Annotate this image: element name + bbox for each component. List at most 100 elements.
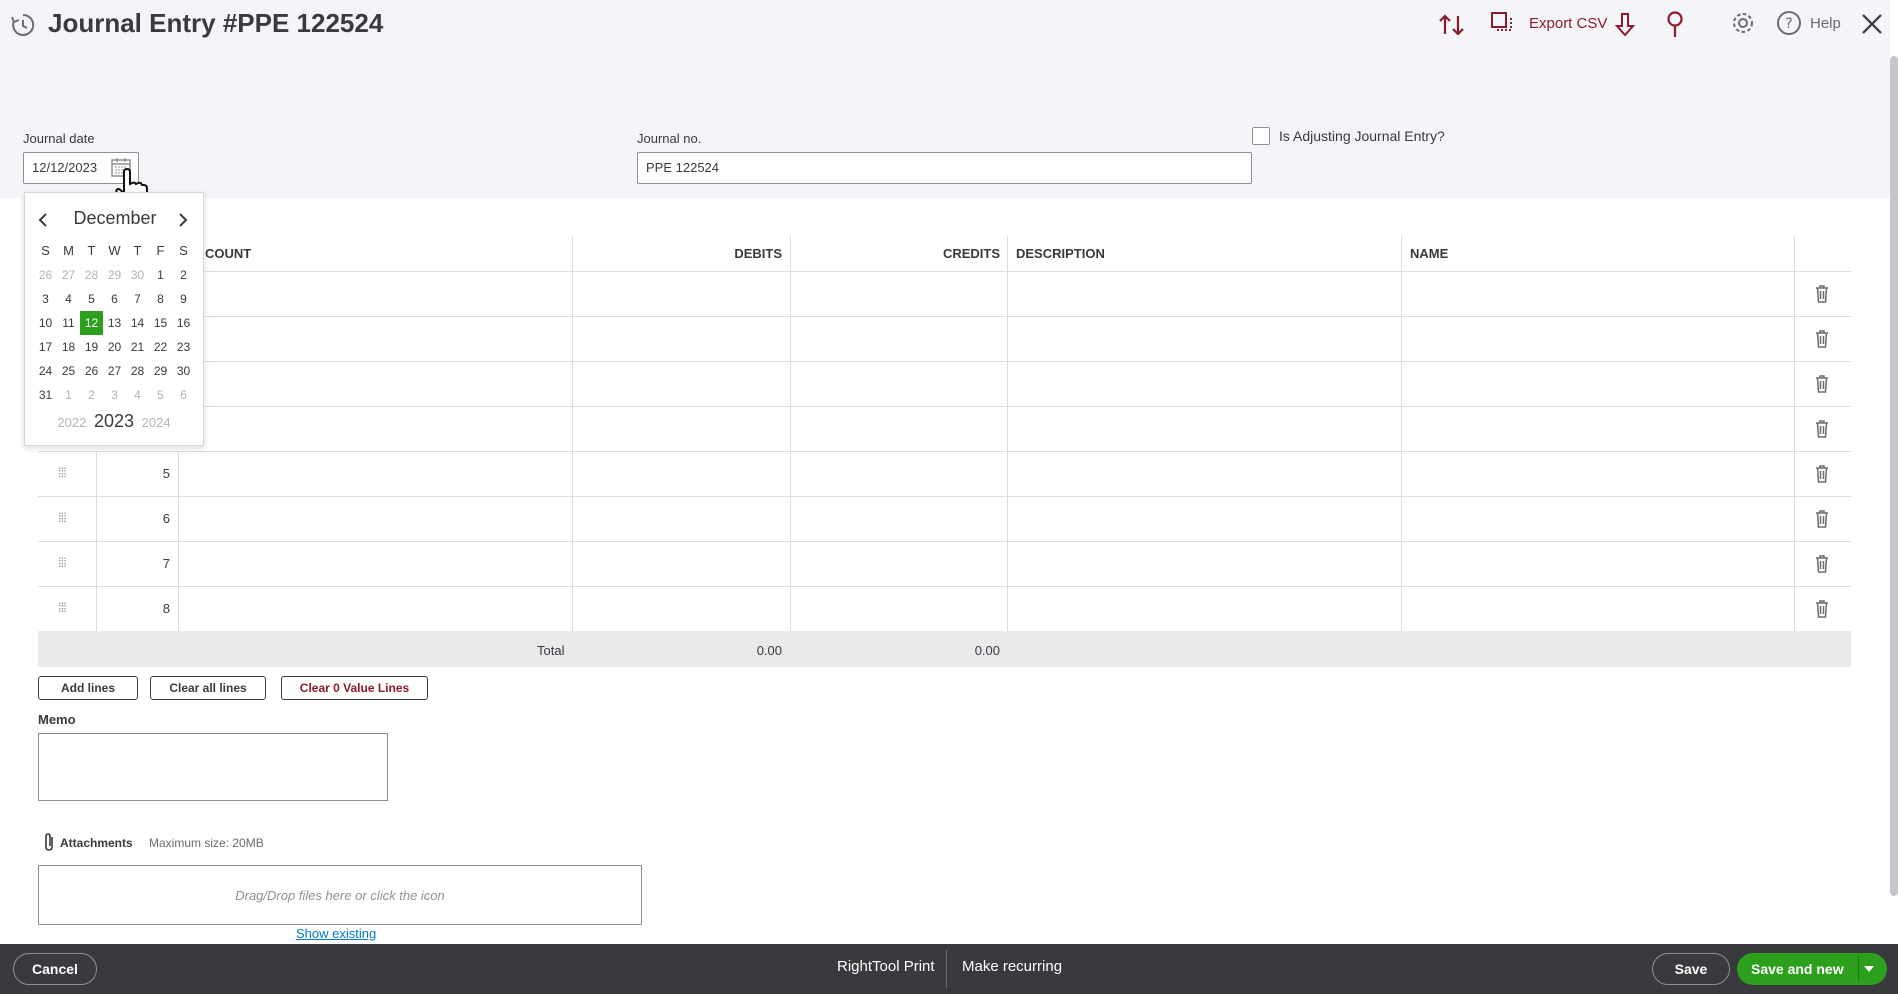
attachments-label: Attachments xyxy=(60,836,133,850)
calendar-day[interactable]: 31 xyxy=(34,383,57,407)
calendar-day[interactable]: 16 xyxy=(172,311,195,335)
clear-all-lines-button[interactable]: Clear all lines xyxy=(150,676,266,700)
calendar-day[interactable]: 18 xyxy=(57,335,80,359)
calendar-day[interactable]: 28 xyxy=(80,263,103,287)
journal-no-input[interactable]: PPE 122524 xyxy=(637,152,1252,184)
calendar-weekday: M xyxy=(63,243,74,258)
close-icon[interactable] xyxy=(1860,12,1884,36)
table-row-divider xyxy=(38,496,1851,497)
cancel-button[interactable]: Cancel xyxy=(13,953,97,985)
column-header-account: COUNT xyxy=(205,246,252,261)
drag-handle-icon[interactable]: ⁞⁞⁞ xyxy=(58,510,67,525)
paperclip-icon[interactable] xyxy=(42,832,56,852)
calendar-day[interactable]: 14 xyxy=(126,311,149,335)
table-column-divider xyxy=(790,236,791,631)
calendar-year-selector: 2022 2023 2024 xyxy=(25,411,203,432)
calendar-day[interactable]: 2 xyxy=(80,383,103,407)
calendar-day[interactable]: 17 xyxy=(34,335,57,359)
calendar-day[interactable]: 28 xyxy=(126,359,149,383)
calendar-day[interactable]: 2 xyxy=(172,263,195,287)
calendar-day[interactable]: 20 xyxy=(103,335,126,359)
year-prev[interactable]: 2022 xyxy=(57,415,86,430)
chevron-right-icon[interactable] xyxy=(177,212,189,228)
calendar-day[interactable]: 29 xyxy=(149,359,172,383)
calendar-day[interactable]: 27 xyxy=(57,263,80,287)
calendar-day[interactable]: 21 xyxy=(126,335,149,359)
calendar-day[interactable]: 7 xyxy=(126,287,149,311)
trash-icon[interactable] xyxy=(1815,600,1829,618)
caret-down-icon[interactable] xyxy=(1863,965,1875,973)
export-csv-button[interactable]: Export CSV xyxy=(1489,10,1607,36)
year-next[interactable]: 2024 xyxy=(142,415,171,430)
calendar-day[interactable]: 9 xyxy=(172,287,195,311)
calendar-day[interactable]: 1 xyxy=(149,263,172,287)
year-current[interactable]: 2023 xyxy=(94,411,134,431)
drag-handle-icon[interactable]: ⁞⁞⁞ xyxy=(58,465,67,480)
trash-icon[interactable] xyxy=(1815,420,1829,438)
calendar-day[interactable]: 5 xyxy=(80,287,103,311)
save-button[interactable]: Save xyxy=(1652,953,1730,985)
attachment-drop-zone[interactable]: Drag/Drop files here or click the icon xyxy=(38,865,642,925)
trash-icon[interactable] xyxy=(1815,510,1829,528)
trash-icon[interactable] xyxy=(1815,285,1829,303)
drag-handle-icon[interactable]: ⁞⁞⁞ xyxy=(58,600,67,615)
download-icon[interactable] xyxy=(1613,12,1637,38)
calendar-day[interactable]: 25 xyxy=(57,359,80,383)
calendar-day[interactable]: 23 xyxy=(172,335,195,359)
sort-arrows-icon[interactable] xyxy=(1437,12,1467,38)
calendar-day[interactable]: 6 xyxy=(103,287,126,311)
calendar-day-selected[interactable]: 12 xyxy=(80,311,103,335)
total-credits: 0.00 xyxy=(974,643,1000,658)
help-button[interactable]: ? Help xyxy=(1776,10,1841,36)
journal-date-label: Journal date xyxy=(23,131,95,146)
gear-icon[interactable] xyxy=(1730,10,1756,36)
calendar-weekday: F xyxy=(156,243,165,258)
calendar-day[interactable]: 10 xyxy=(34,311,57,335)
calendar-day[interactable]: 26 xyxy=(34,263,57,287)
show-existing-link[interactable]: Show existing xyxy=(296,926,376,941)
history-icon[interactable] xyxy=(10,12,36,38)
add-lines-button[interactable]: Add lines xyxy=(38,676,138,700)
calendar-day[interactable]: 26 xyxy=(80,359,103,383)
drag-handle-icon[interactable]: ⁞⁞⁞ xyxy=(58,555,67,570)
calendar-day[interactable]: 11 xyxy=(57,311,80,335)
adjusting-entry-checkbox[interactable] xyxy=(1252,127,1270,145)
calendar-weekday: W xyxy=(108,243,121,258)
calendar-day[interactable]: 3 xyxy=(34,287,57,311)
calendar-day[interactable]: 6 xyxy=(172,383,195,407)
clear-zero-value-lines-button[interactable]: Clear 0 Value Lines xyxy=(281,676,428,700)
calendar-day[interactable]: 13 xyxy=(103,311,126,335)
calendar-day[interactable]: 8 xyxy=(149,287,172,311)
table-column-divider xyxy=(1794,236,1795,631)
calendar-day[interactable]: 27 xyxy=(103,359,126,383)
calendar-day[interactable]: 30 xyxy=(126,263,149,287)
calendar-day[interactable]: 15 xyxy=(149,311,172,335)
drop-zone-text: Drag/Drop files here or click the icon xyxy=(235,887,445,903)
calendar-day[interactable]: 3 xyxy=(103,383,126,407)
calendar-day[interactable]: 4 xyxy=(57,287,80,311)
memo-textarea[interactable] xyxy=(38,733,388,801)
make-recurring-button[interactable]: Make recurring xyxy=(962,958,1062,975)
calendar-day[interactable]: 19 xyxy=(80,335,103,359)
table-row-divider xyxy=(38,361,1851,362)
righttool-print-button[interactable]: RightTool Print xyxy=(837,958,935,975)
calendar-day[interactable]: 22 xyxy=(149,335,172,359)
calendar-day[interactable]: 4 xyxy=(126,383,149,407)
calendar-weekday: T xyxy=(87,243,96,258)
calendar-day[interactable]: 30 xyxy=(172,359,195,383)
calendar-day[interactable]: 29 xyxy=(103,263,126,287)
calendar-day[interactable]: 1 xyxy=(57,383,80,407)
calendar-weekday: S xyxy=(41,243,50,258)
calendar-day[interactable]: 5 xyxy=(149,383,172,407)
trash-icon[interactable] xyxy=(1815,375,1829,393)
trash-icon[interactable] xyxy=(1815,555,1829,573)
split-divider xyxy=(1858,956,1859,982)
scrollbar[interactable] xyxy=(1890,56,1898,896)
calendar-day[interactable]: 24 xyxy=(34,359,57,383)
pin-icon[interactable] xyxy=(1664,10,1686,38)
chevron-left-icon[interactable] xyxy=(37,212,49,228)
table-row-number: 8 xyxy=(162,601,170,616)
table-row-divider xyxy=(38,586,1851,587)
trash-icon[interactable] xyxy=(1815,465,1829,483)
trash-icon[interactable] xyxy=(1815,330,1829,348)
